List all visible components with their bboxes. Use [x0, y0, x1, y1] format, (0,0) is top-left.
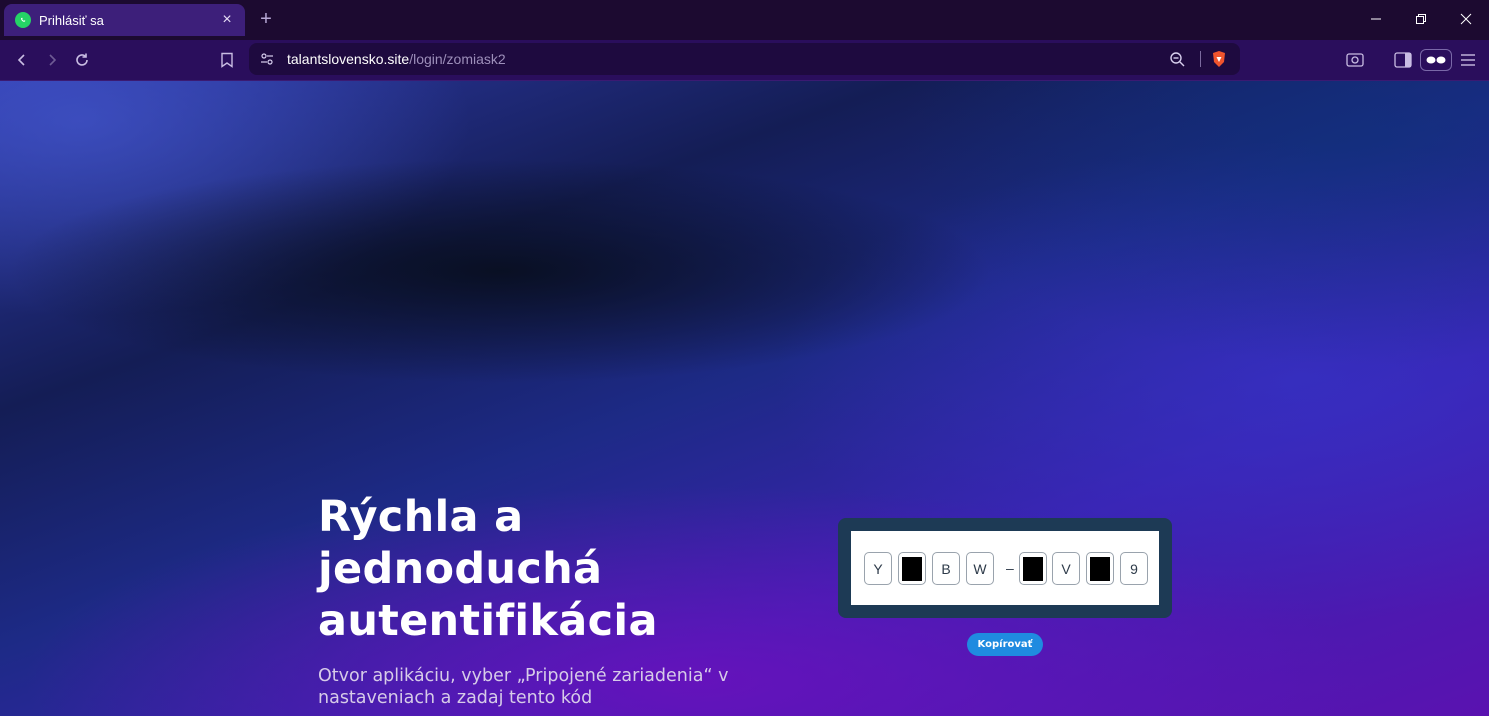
site-info-icon[interactable]: [257, 49, 277, 69]
page-headline: Rýchla a jednoduchá autentifikácia: [318, 492, 658, 646]
code-char-masked: [898, 552, 926, 585]
browser-tab[interactable]: Prihlásiť sa ×: [4, 4, 245, 36]
sidebar-icon[interactable]: [1393, 50, 1413, 70]
code-char-masked: [1019, 552, 1047, 585]
copy-button[interactable]: Kopírovať: [967, 633, 1043, 656]
page-content: Rýchla a jednoduchá autentifikácia Otvor…: [0, 81, 1489, 716]
zoom-icon[interactable]: [1167, 49, 1187, 69]
whatsapp-icon: [15, 12, 31, 28]
bookmark-icon[interactable]: [217, 50, 237, 70]
page-instructions: Otvor aplikáciu, vyber „Pripojené zariad…: [318, 666, 729, 708]
url-divider: [1200, 51, 1201, 67]
url-host: talantslovensko.site: [287, 51, 410, 67]
code-char-masked: [1086, 552, 1114, 585]
minimize-icon[interactable]: [1367, 10, 1385, 28]
screenshot-icon[interactable]: [1345, 50, 1365, 70]
reload-icon[interactable]: [72, 50, 92, 70]
tab-title: Prihlásiť sa: [39, 12, 104, 28]
address-bar[interactable]: talantslovensko.site/login/zomiask2: [249, 43, 1240, 75]
menu-icon[interactable]: [1458, 50, 1478, 70]
forward-icon[interactable]: [42, 50, 62, 70]
url-path: /login/zomiask2: [409, 51, 506, 67]
code-char: Y: [864, 552, 892, 585]
tab-close-icon[interactable]: ×: [219, 12, 235, 28]
pairing-code-panel: Y B W V 9 –: [838, 518, 1172, 618]
code-char: W: [966, 552, 994, 585]
private-window-icon[interactable]: [1420, 49, 1452, 71]
pairing-code-box: Y B W V 9 –: [851, 531, 1159, 605]
close-window-icon[interactable]: [1457, 10, 1475, 28]
back-icon[interactable]: [12, 50, 32, 70]
new-tab-icon[interactable]: +: [257, 9, 275, 29]
browser-toolbar: talantslovensko.site/login/zomiask2: [0, 40, 1489, 81]
brave-shield-icon[interactable]: [1209, 49, 1229, 69]
code-char: B: [932, 552, 960, 585]
url-text: talantslovensko.site/login/zomiask2: [287, 51, 506, 67]
code-char: 9: [1120, 552, 1148, 585]
tab-strip: Prihlásiť sa × +: [0, 0, 1489, 40]
code-char: V: [1052, 552, 1080, 585]
restore-icon[interactable]: [1412, 10, 1430, 28]
code-separator: –: [1006, 560, 1014, 576]
